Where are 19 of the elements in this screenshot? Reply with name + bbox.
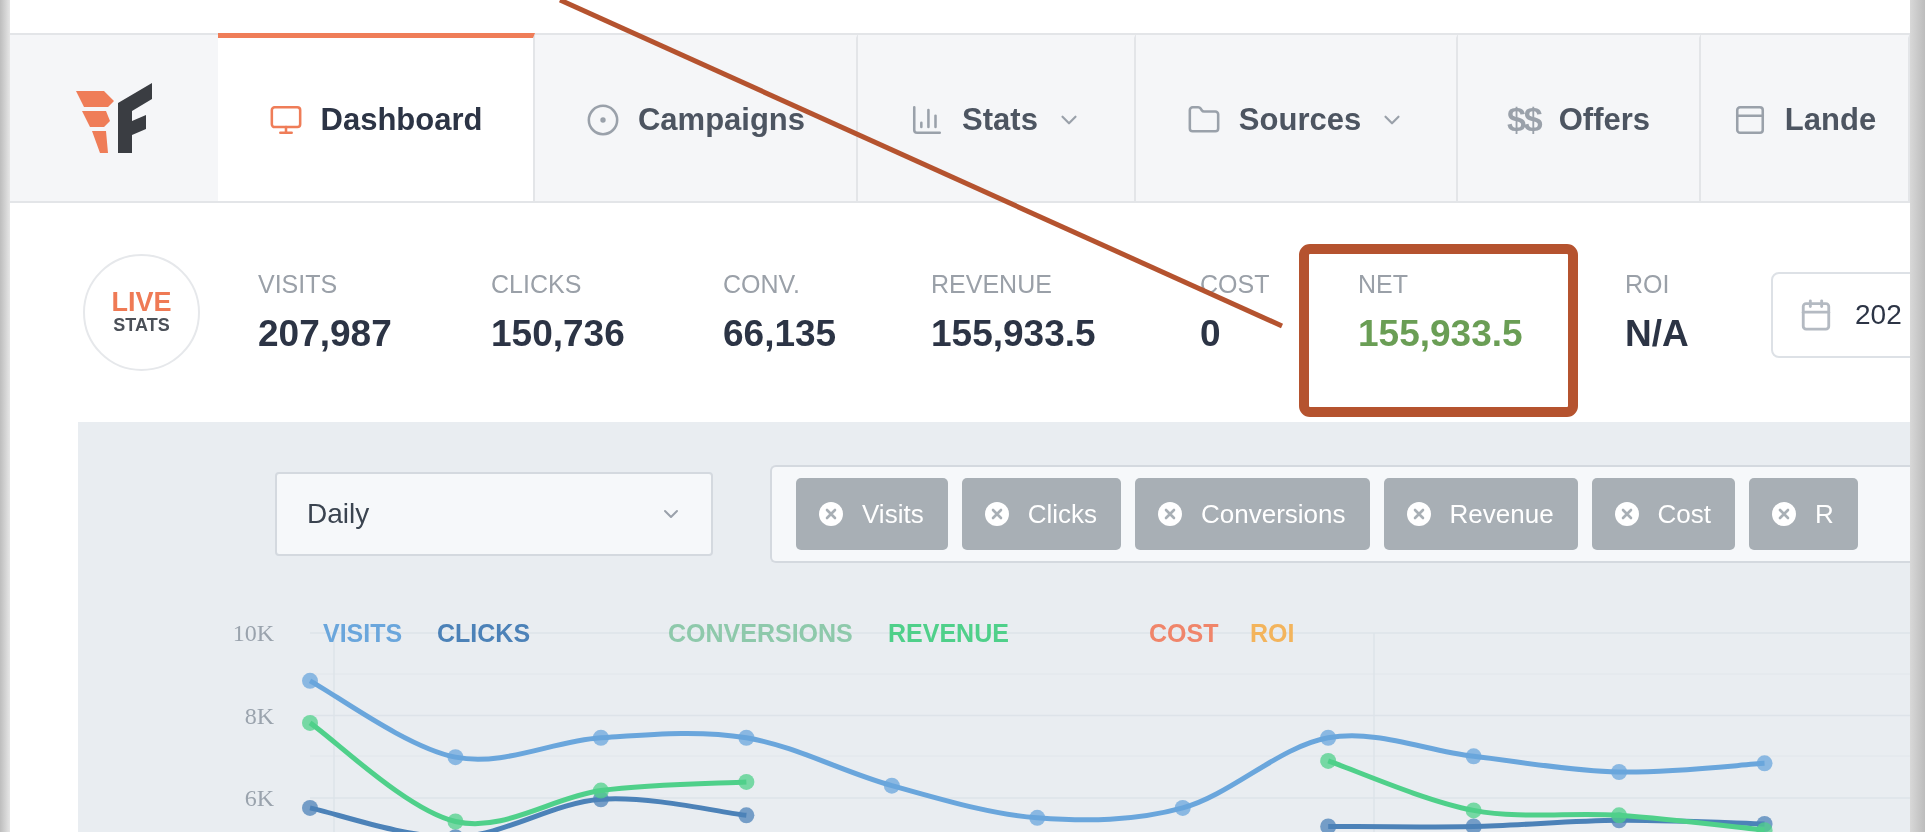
stat-label: NET xyxy=(1358,270,1408,299)
stat-label: ROI xyxy=(1625,270,1670,299)
stat-value: 66,135 xyxy=(723,313,837,355)
stat-label: CLICKS xyxy=(491,270,582,299)
stat-value: N/A xyxy=(1625,313,1689,355)
stat-label: VISITS xyxy=(258,270,338,299)
y-axis-label: 10K xyxy=(232,620,274,646)
stat-value: 0 xyxy=(1200,313,1221,355)
live-label: LIVE xyxy=(111,289,172,317)
stat-label: CONV. xyxy=(723,270,800,299)
stat-value: 155,933.5 xyxy=(931,313,1096,355)
stat-label: REVENUE xyxy=(931,270,1052,299)
stats-label: STATS xyxy=(113,316,170,336)
y-axis-label: 8K xyxy=(244,702,274,729)
stat-value: 155,933.5 xyxy=(1358,313,1523,355)
y-axis-label: 6K xyxy=(244,785,274,811)
stat-value: 207,987 xyxy=(258,313,392,355)
dollar-icon: $$ xyxy=(1506,100,1541,139)
stat-value: 150,736 xyxy=(491,313,625,355)
